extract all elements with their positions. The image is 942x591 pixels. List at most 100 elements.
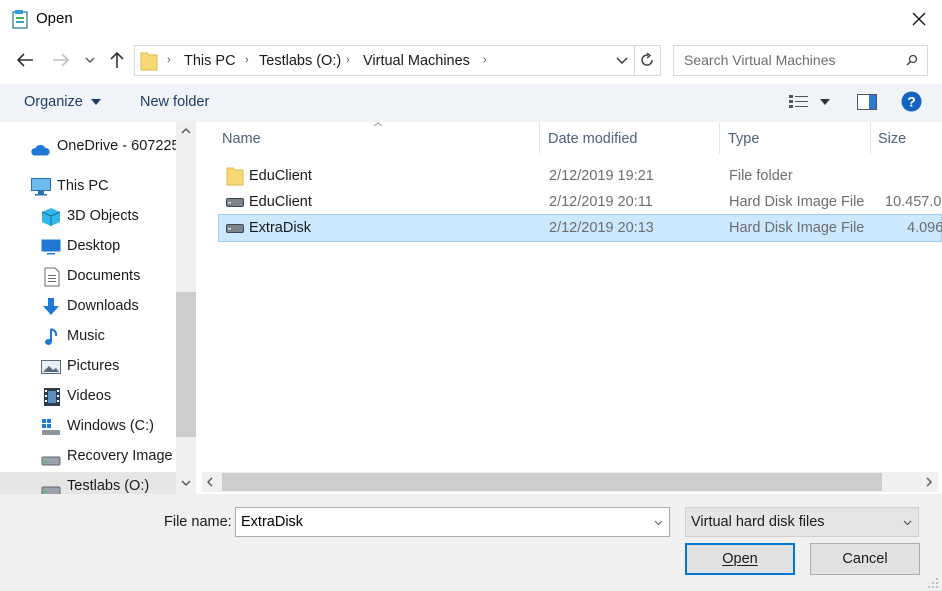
preview-pane-icon[interactable] bbox=[857, 94, 877, 110]
film-icon bbox=[44, 388, 60, 406]
file-row[interactable]: EduClient 2/12/2019 20:11 Hard Disk Imag… bbox=[218, 189, 942, 215]
folder-icon bbox=[140, 52, 158, 71]
cancel-button[interactable]: Cancel bbox=[810, 543, 920, 575]
organize-label: Organize bbox=[24, 94, 83, 110]
document-icon bbox=[44, 267, 60, 287]
breadcrumb-separator: › bbox=[346, 54, 350, 66]
open-button[interactable]: Open bbox=[685, 543, 795, 575]
back-arrow-icon bbox=[16, 53, 33, 67]
horizontal-scrollbar-thumb[interactable] bbox=[222, 473, 882, 491]
nav-label: Desktop bbox=[67, 238, 121, 254]
file-name-label: File name: bbox=[164, 514, 232, 530]
file-row[interactable]: EduClient 2/12/2019 19:21 File folder bbox=[218, 163, 942, 189]
nav-label: Pictures bbox=[67, 358, 120, 374]
nav-item-documents[interactable]: Documents bbox=[0, 262, 176, 292]
close-icon bbox=[912, 12, 926, 26]
folder-icon bbox=[226, 167, 244, 186]
nav-label: Recovery Image ( bbox=[67, 448, 182, 464]
forward-arrow-icon bbox=[53, 53, 70, 67]
nav-label: This PC bbox=[57, 178, 109, 194]
navigation-pane: OneDrive - 607225 This PC 3D Objects Des… bbox=[0, 122, 196, 494]
breadcrumb-testlabs[interactable]: Testlabs (O:) bbox=[259, 53, 341, 69]
file-list: Name Date modified Type Size EduClient 2… bbox=[196, 122, 942, 494]
nav-item-desktop[interactable]: Desktop bbox=[0, 232, 176, 262]
search-input[interactable] bbox=[684, 52, 899, 68]
file-date: 2/12/2019 19:21 bbox=[549, 168, 654, 184]
caret-down-icon bbox=[90, 99, 101, 106]
resize-grip-icon[interactable] bbox=[926, 576, 940, 590]
file-type-filter-value: Virtual hard disk files bbox=[691, 514, 825, 530]
forward-button[interactable] bbox=[48, 47, 74, 73]
nav-scrollbar-thumb[interactable] bbox=[176, 292, 196, 437]
column-header-size[interactable]: Size bbox=[878, 131, 906, 147]
view-options-icon[interactable] bbox=[789, 95, 809, 109]
cancel-button-label: Cancel bbox=[842, 551, 888, 567]
cloud-icon bbox=[31, 144, 50, 156]
file-size: 4.096 bbox=[907, 220, 942, 236]
chevron-down-icon bbox=[903, 520, 912, 526]
file-name: EduClient bbox=[249, 194, 312, 210]
scroll-left-icon[interactable] bbox=[207, 477, 213, 487]
nav-label: Testlabs (O:) bbox=[67, 478, 150, 494]
close-button[interactable] bbox=[896, 0, 942, 38]
breadcrumb-separator: › bbox=[483, 54, 487, 66]
picture-icon bbox=[41, 360, 61, 374]
nav-item-downloads[interactable]: Downloads bbox=[0, 292, 176, 322]
refresh-icon[interactable] bbox=[639, 52, 655, 68]
help-icon[interactable]: ? bbox=[901, 91, 922, 112]
column-header-name[interactable]: Name bbox=[222, 131, 261, 147]
file-type: File folder bbox=[729, 168, 793, 184]
recent-locations-button[interactable] bbox=[80, 47, 100, 73]
scroll-up-icon[interactable] bbox=[181, 128, 191, 134]
window-title: Open bbox=[36, 10, 73, 27]
new-folder-button[interactable]: New folder bbox=[140, 94, 209, 110]
chevron-down-icon[interactable] bbox=[654, 520, 663, 526]
nav-label: Videos bbox=[67, 388, 112, 404]
computer-icon bbox=[31, 178, 51, 196]
back-button[interactable] bbox=[12, 47, 38, 73]
column-header-type[interactable]: Type bbox=[728, 131, 759, 147]
windows-drive-icon bbox=[42, 419, 60, 435]
nav-item-this-pc[interactable]: This PC bbox=[0, 172, 176, 202]
desktop-icon bbox=[41, 239, 61, 255]
disk-image-icon bbox=[226, 224, 244, 233]
nav-item-onedrive[interactable]: OneDrive - 607225 bbox=[0, 132, 180, 162]
nav-item-recovery-image[interactable]: Recovery Image ( bbox=[0, 442, 181, 472]
organize-button[interactable]: Organize bbox=[24, 94, 101, 110]
file-name-combobox[interactable] bbox=[235, 507, 670, 537]
nav-label: Windows (C:) bbox=[67, 418, 155, 434]
music-note-icon bbox=[45, 328, 58, 345]
nav-item-videos[interactable]: Videos bbox=[0, 382, 176, 412]
file-name-input[interactable] bbox=[241, 514, 641, 530]
up-button[interactable] bbox=[104, 47, 130, 73]
file-name: ExtraDisk bbox=[249, 220, 312, 236]
app-icon bbox=[12, 9, 30, 29]
scroll-right-icon[interactable] bbox=[926, 477, 932, 487]
column-header-date-modified[interactable]: Date modified bbox=[548, 131, 637, 147]
file-size: 10.457.08 bbox=[885, 194, 942, 210]
nav-label: Music bbox=[67, 328, 105, 344]
disk-image-icon bbox=[226, 198, 244, 207]
file-row-selected[interactable]: ExtraDisk 2/12/2019 20:13 Hard Disk Imag… bbox=[218, 214, 942, 242]
file-type-filter[interactable]: Virtual hard disk files bbox=[685, 507, 919, 537]
scroll-down-icon[interactable] bbox=[181, 480, 191, 486]
chevron-down-icon bbox=[85, 57, 95, 63]
open-button-label: Open bbox=[722, 551, 758, 567]
file-name: EduClient bbox=[249, 168, 312, 184]
address-bar[interactable]: › This PC › Testlabs (O:) › Virtual Mach… bbox=[134, 45, 661, 76]
cube-icon bbox=[41, 208, 61, 226]
nav-item-3d-objects[interactable]: 3D Objects bbox=[0, 202, 176, 232]
chevron-down-icon[interactable] bbox=[616, 57, 628, 65]
nav-item-windows-c[interactable]: Windows (C:) bbox=[0, 412, 176, 442]
nav-item-testlabs[interactable]: Testlabs (O:) bbox=[0, 472, 176, 494]
breadcrumb-virtual-machines[interactable]: Virtual Machines bbox=[363, 53, 470, 69]
file-type: Hard Disk Image File bbox=[729, 220, 865, 236]
nav-item-music[interactable]: Music bbox=[0, 322, 176, 352]
title-bar bbox=[0, 0, 942, 38]
nav-item-pictures[interactable]: Pictures bbox=[0, 352, 176, 382]
breadcrumb-this-pc[interactable]: This PC bbox=[184, 53, 236, 69]
drive-icon bbox=[41, 456, 61, 466]
search-box[interactable] bbox=[673, 45, 928, 76]
file-type: Hard Disk Image File bbox=[729, 194, 865, 210]
caret-down-icon[interactable] bbox=[820, 99, 830, 105]
